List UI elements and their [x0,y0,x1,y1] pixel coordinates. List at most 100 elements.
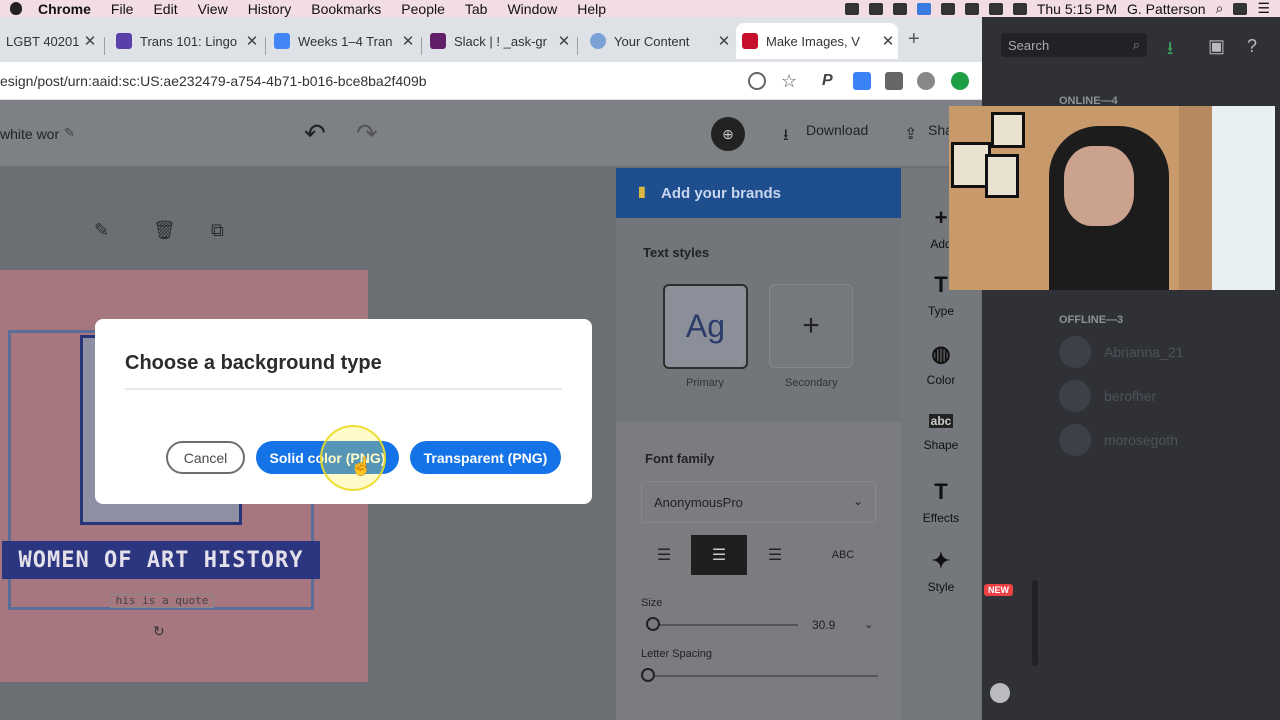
dropbox-icon[interactable] [916,2,931,15]
member-item[interactable]: berofher [1059,379,1156,413]
member-item[interactable]: morosegoth [1059,423,1178,457]
effects-icon: T [934,479,948,504]
close-tab-icon[interactable]: ✕ [398,32,418,50]
poster-title-text[interactable]: WOMEN OF ART HISTORY [2,541,320,579]
rail-style-label: Style [927,580,955,594]
document-title[interactable]: white wor [0,126,59,142]
search-input[interactable]: Search ⌕ [1001,33,1147,57]
close-tab-icon[interactable]: ✕ [878,32,898,50]
rail-shape[interactable]: abc Shape [901,410,981,452]
font-family-select[interactable]: AnonymousPro ⌄ [641,481,876,523]
member-item[interactable]: Abrianna_21 [1059,335,1183,369]
rail-color[interactable]: ◍ Color [901,341,981,387]
menu-window[interactable]: Window [507,1,557,17]
download-button[interactable]: Download [806,122,868,138]
add-brands-bar[interactable]: ▮ Add your brands [616,168,901,218]
text-case-icon[interactable]: ABC [815,535,871,575]
new-tab-button[interactable]: + [908,28,920,51]
duplicate-icon[interactable]: ⧉ [211,220,224,241]
link-status-icon[interactable] [940,2,955,15]
offline-header: OFFLINE—3 [1059,314,1124,326]
menu-help[interactable]: Help [577,1,606,17]
volume-icon[interactable] [988,2,1003,15]
menu-app-name[interactable]: Chrome [38,1,91,17]
browser-tab[interactable]: Trans 101: Lingo ✕ [110,23,262,59]
add-text-style-button[interactable]: + [769,284,853,368]
primary-label: Primary [686,377,724,389]
browser-tab[interactable]: Slack | ! _ask-gr ✕ [424,23,574,59]
share-icon[interactable]: ⇪ [904,124,917,144]
menubar-user[interactable]: G. Patterson [1127,1,1206,17]
invite-collaborator-icon[interactable]: ⊕ [711,117,745,151]
extension-icon[interactable] [853,72,871,90]
cancel-button[interactable]: Cancel [166,441,245,474]
redo-icon[interactable]: ↷ [356,118,378,149]
zoom-status-icon[interactable] [868,2,883,15]
download-icon[interactable]: ⭳ [783,124,789,151]
transparent-png-button[interactable]: Transparent (PNG) [410,441,561,474]
tab-title: Weeks 1–4 Tran [298,33,393,49]
undo-icon[interactable]: ↶ [304,118,326,149]
profile-avatar[interactable] [917,72,935,90]
camera-status-icon[interactable] [844,2,859,15]
emoji-icon[interactable] [990,683,1010,703]
rotate-icon[interactable]: ↻ [153,623,165,640]
poster-quote-text[interactable]: his is a quote [110,594,214,608]
edit-pencil-icon[interactable]: ✎ [94,220,109,241]
menu-history[interactable]: History [248,1,292,17]
size-label: Size [641,597,663,609]
notification-center-icon[interactable]: ☰ [1257,0,1270,17]
close-tab-icon[interactable]: ✕ [242,32,262,50]
size-slider-handle[interactable] [646,617,660,631]
align-left-icon[interactable]: ☰ [636,535,692,575]
record-status-icon[interactable] [892,2,907,15]
rail-effects[interactable]: T Effects [901,479,981,525]
browser-tab[interactable]: LGBT 40201 ✕ [0,23,100,59]
browser-tab[interactable]: Your Content ✕ [584,23,734,59]
menu-bookmarks[interactable]: Bookmarks [311,1,381,17]
scrollbar[interactable] [1032,580,1038,666]
add-icon[interactable] [748,72,766,90]
close-tab-icon[interactable]: ✕ [80,32,100,50]
text-style-primary[interactable]: Ag [663,284,748,369]
align-right-icon[interactable]: ☰ [747,535,803,575]
webcam-video [949,106,1275,290]
help-icon[interactable]: ? [1247,36,1257,57]
menu-file[interactable]: File [111,1,134,17]
close-tab-icon[interactable]: ✕ [714,32,734,50]
wifi-icon[interactable] [964,2,979,15]
rail-style[interactable]: ✦ Style [901,548,981,594]
wall-frame [985,154,1019,198]
trash-icon[interactable]: 🗑 [153,220,176,241]
adobe-spark-icon [742,33,758,49]
menu-view[interactable]: View [198,1,228,17]
close-tab-icon[interactable]: ✕ [554,32,574,50]
menu-people[interactable]: People [401,1,445,17]
align-center-icon[interactable]: ☰ [691,535,747,575]
font-family-heading: Font family [645,451,715,466]
bookmark-star-icon[interactable]: ☆ [781,71,797,92]
battery-icon[interactable] [1012,2,1027,15]
spotlight-icon[interactable]: ⌕ [1216,0,1224,17]
brand-icon: ▮ [638,183,646,199]
download-icon[interactable]: ⭳ [1167,36,1173,66]
menu-tab[interactable]: Tab [465,1,488,17]
url-field[interactable]: esign/post/urn:aaid:sc:US:ae232479-a754-… [0,73,427,89]
search-placeholder: Search [1008,37,1050,53]
browser-tab-active[interactable]: Make Images, V ✕ [736,23,898,59]
letter-spacing-track[interactable] [652,675,878,677]
menu-edit[interactable]: Edit [153,1,177,17]
size-dropdown-icon[interactable]: ⌄ [864,618,873,631]
update-icon[interactable] [951,72,969,90]
browser-tab[interactable]: Weeks 1–4 Tran ✕ [268,23,418,59]
menubar-clock[interactable]: Thu 5:15 PM [1037,1,1117,17]
size-slider-track[interactable] [652,624,798,626]
puzzle-extensions-icon[interactable] [885,72,903,90]
apple-icon[interactable] [10,2,22,15]
hand-cursor-icon: ☝ [350,456,373,476]
siri-icon[interactable] [1233,2,1248,15]
inbox-icon[interactable]: ▣ [1208,36,1225,57]
paypal-extension-icon[interactable]: P [822,72,833,90]
pencil-icon[interactable]: ✎ [64,125,75,141]
letter-spacing-handle[interactable] [641,668,655,682]
